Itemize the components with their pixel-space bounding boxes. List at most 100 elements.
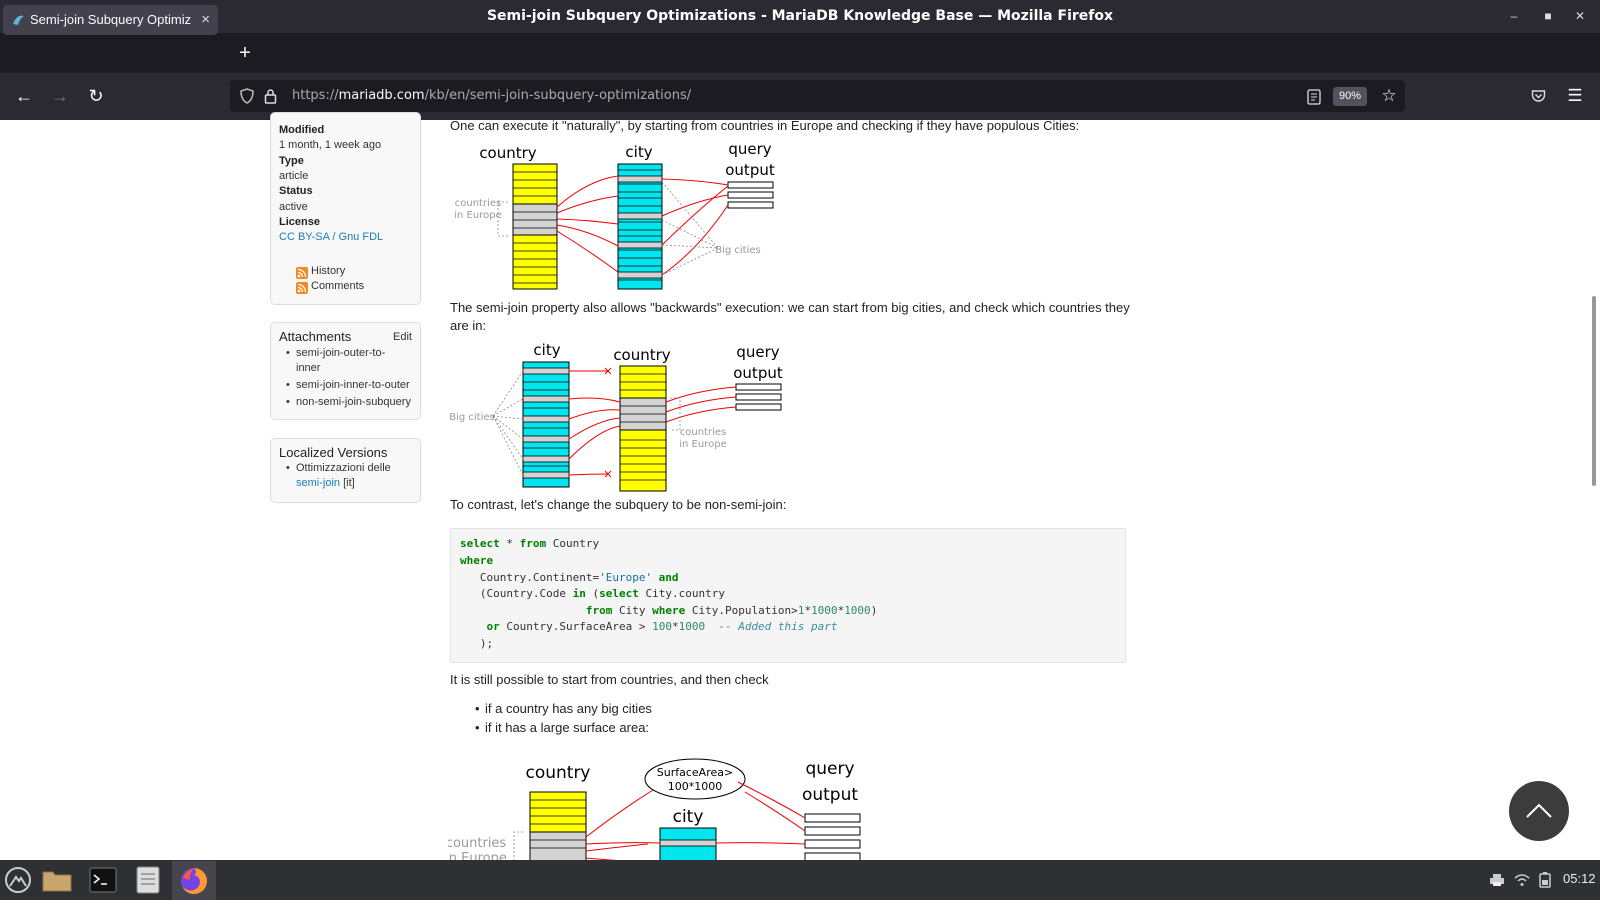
- file-manager-icon[interactable]: [42, 868, 72, 892]
- diagram1-out2: output: [725, 161, 775, 179]
- bullet-dot: •: [286, 462, 290, 474]
- shield-icon[interactable]: [240, 88, 254, 104]
- list-item-surface-area: if it has a large surface area:: [485, 720, 650, 735]
- diagram-non-semi-join: country SurfaceArea> 100*1000 city query…: [448, 758, 861, 860]
- scrollbar-thumb[interactable]: [1592, 296, 1596, 486]
- bullet-dot: •: [475, 720, 480, 735]
- scroll-to-top-button[interactable]: [1509, 781, 1569, 841]
- code-line-5: from City where City.Population>1*1000*1…: [585, 604, 878, 617]
- maximize-icon[interactable]: ■: [1537, 0, 1559, 33]
- close-window-icon[interactable]: ✕: [1569, 0, 1591, 33]
- firefox-taskbar-active[interactable]: [172, 861, 216, 900]
- paragraph-still-possible: It is still possible to start from count…: [450, 672, 769, 687]
- localized-link-line2[interactable]: semi-join [it]: [296, 477, 355, 489]
- diagram3-surface-ellipse: [644, 758, 746, 800]
- firefox-icon: [181, 868, 207, 894]
- rss-icon: [296, 267, 308, 279]
- meta-value-modified: 1 month, 1 week ago: [279, 139, 382, 151]
- pocket-icon[interactable]: [1531, 89, 1546, 104]
- code-line-6: or Country.SurfaceArea > 100*1000 -- Add…: [486, 620, 838, 633]
- tab-label: Semi-join Subquery Optimiz: [30, 12, 192, 27]
- list-item-big-cities: if a country has any big cities: [485, 701, 652, 716]
- url-bar[interactable]: https://mariadb.com/kb/en/semi-join-subq…: [230, 80, 1405, 112]
- clock: 05:12: [1563, 871, 1596, 886]
- code-block: select * from Country where Country.Cont…: [450, 528, 1126, 663]
- bullet-dot: •: [286, 396, 290, 408]
- code-line-3: Country.Continent='Europe' and: [460, 571, 679, 584]
- window-titlebar: ▮ Semi-join Subquery Optimizations - Mar…: [0, 0, 1600, 33]
- reload-icon[interactable]: ↻: [81, 81, 111, 111]
- menu-hamburger-icon[interactable]: ☰: [1560, 81, 1590, 111]
- window-title: Semi-join Subquery Optimizations - Maria…: [486, 8, 1114, 24]
- diagram3-out1: query: [805, 759, 854, 779]
- diagram-inner-to-outer: city country query output Big cities cou…: [449, 341, 783, 492]
- attachment-link-outer-to-inner[interactable]: semi-join-outer-to-: [296, 347, 385, 359]
- taskbar: [0, 860, 1600, 900]
- diagram2-right1: countries: [680, 427, 726, 438]
- diagram1-left1: countries: [455, 198, 501, 209]
- code-line-4: (Country.Code in (select City.country: [460, 587, 725, 600]
- diagram3-col-country: country: [525, 763, 590, 783]
- diagram3-left2: in Europe: [448, 851, 507, 860]
- attachment-link-inner-to-outer[interactable]: semi-join-inner-to-outer: [296, 379, 410, 391]
- meta-value-type: article: [279, 170, 309, 182]
- paragraph-backwards-2: are in:: [450, 318, 487, 333]
- url-text[interactable]: https://mariadb.com/kb/en/semi-join-subq…: [292, 80, 691, 112]
- diagram3-ellipse-line1: SurfaceArea>: [657, 766, 733, 779]
- code-line-1: select * from Country: [460, 537, 600, 550]
- page-scrollbar[interactable]: [1588, 120, 1600, 860]
- zoom-level-button[interactable]: 90%: [1333, 87, 1367, 106]
- license-link[interactable]: CC BY-SA / Gnu FDL: [279, 231, 383, 243]
- mariadb-favicon-icon: [13, 15, 24, 25]
- diagram1-col-country: country: [479, 144, 536, 162]
- bullet-dot: •: [286, 379, 290, 391]
- text-editor-icon[interactable]: [135, 866, 161, 894]
- minimize-icon[interactable]: –: [1503, 0, 1525, 33]
- battery-icon[interactable]: [1538, 872, 1552, 888]
- history-feed-link[interactable]: History: [311, 265, 345, 277]
- meta-label-status: Status: [279, 185, 313, 197]
- new-tab-button[interactable]: +: [230, 38, 260, 68]
- lock-icon[interactable]: [264, 88, 277, 104]
- bookmark-star-icon[interactable]: ☆: [1374, 81, 1404, 111]
- bullet-dot: •: [475, 701, 480, 716]
- attachment-link-non-semi-join[interactable]: non-semi-join-subquery: [296, 396, 411, 408]
- diagram-outer-to-inner: country city query output countries in E…: [454, 140, 775, 290]
- start-menu-icon[interactable]: [4, 866, 32, 894]
- diagram1-out1: query: [728, 140, 771, 158]
- attachments-title: Attachments: [279, 329, 352, 344]
- diagram3-col-city: city: [673, 807, 704, 827]
- diagram2-city-column: [522, 361, 570, 488]
- code-line-7: );: [460, 637, 494, 650]
- forward-icon[interactable]: →: [45, 81, 75, 111]
- tab-semi-join[interactable]: Semi-join Subquery Optimiz ×: [3, 5, 218, 35]
- diagram2-col-country: country: [613, 346, 670, 364]
- tab-close-icon[interactable]: ×: [201, 5, 210, 35]
- diagram1-right: Big cities: [715, 245, 761, 256]
- bullet-dot: •: [286, 347, 290, 359]
- diagram2-out1: query: [736, 343, 779, 361]
- wifi-icon[interactable]: [1514, 873, 1530, 887]
- paragraph-contrast: To contrast, let's change the subquery t…: [450, 497, 787, 512]
- meta-label-license: License: [279, 216, 320, 228]
- diagram2-left: Big cities: [449, 412, 495, 423]
- printer-icon[interactable]: [1489, 873, 1505, 887]
- chevron-up-icon: [1526, 803, 1552, 818]
- paragraph-natural-execution: One can execute it "naturally", by start…: [450, 118, 1080, 133]
- meta-label-type: Type: [279, 155, 304, 167]
- localized-link-line1[interactable]: Ottimizzazioni delle: [296, 462, 391, 474]
- diagram1-left2: in Europe: [454, 210, 501, 221]
- attachment-link-outer-to-inner-cont[interactable]: inner: [296, 362, 320, 374]
- reader-view-icon[interactable]: [1307, 89, 1321, 105]
- diagram3-ellipse-line2: 100*1000: [668, 780, 723, 793]
- rss-icon: [296, 282, 308, 294]
- code-line-2: where: [460, 554, 494, 567]
- back-icon[interactable]: ←: [9, 81, 39, 111]
- localized-title: Localized Versions: [279, 445, 388, 460]
- attachments-edit-link[interactable]: Edit: [393, 331, 412, 343]
- terminal-icon[interactable]: [89, 867, 117, 893]
- paragraph-backwards-1: The semi-join property also allows "back…: [450, 300, 1130, 315]
- page-content: [0, 120, 1600, 860]
- meta-value-status: active: [279, 201, 308, 213]
- comments-feed-link[interactable]: Comments: [311, 280, 364, 292]
